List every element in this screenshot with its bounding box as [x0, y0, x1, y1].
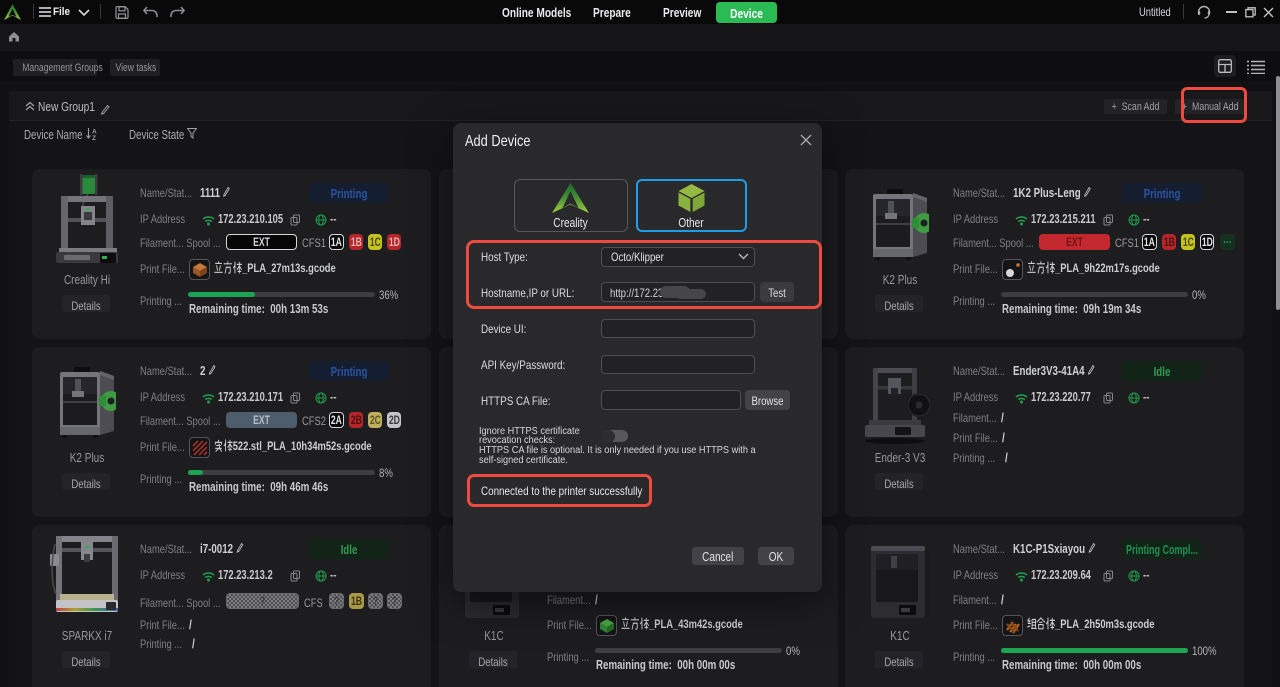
svg-text:Z: Z	[92, 135, 96, 140]
